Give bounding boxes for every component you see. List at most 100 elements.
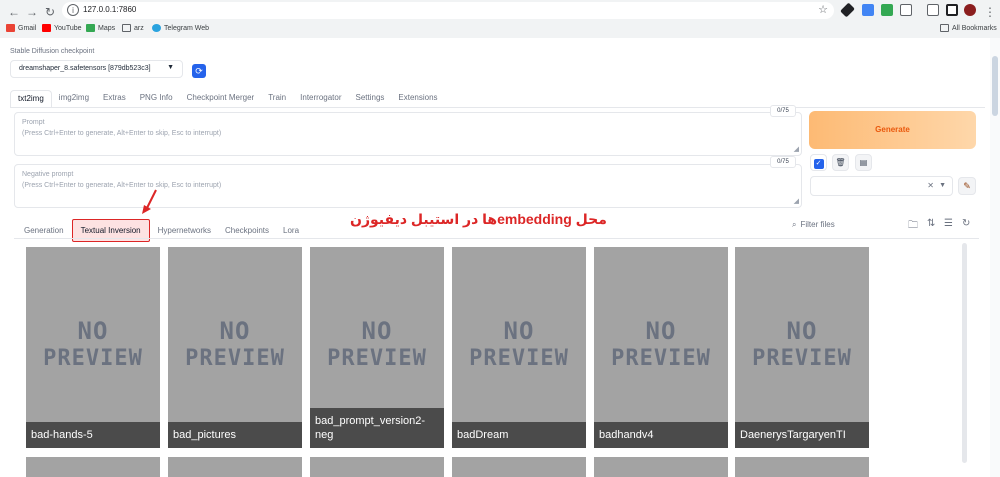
tab-png-info[interactable]: PNG Info bbox=[133, 90, 180, 108]
forward-icon[interactable]: → bbox=[24, 4, 40, 20]
page-scrollbar[interactable] bbox=[990, 38, 1000, 477]
webui-app: Stable Diffusion checkpoint dreamshaper_… bbox=[0, 38, 1000, 477]
extensions-puzzle-icon[interactable] bbox=[900, 4, 912, 16]
no-preview-image: NO PREVIEW bbox=[43, 317, 143, 371]
bookmark-star-icon[interactable]: ☆ bbox=[818, 3, 828, 16]
tab-txt2img[interactable]: txt2img bbox=[10, 90, 52, 108]
prompt-placeholder: (Press Ctrl+Enter to generate, Alt+Enter… bbox=[22, 130, 222, 137]
embedding-card[interactable]: NO PREVIEW badhandv4 bbox=[594, 247, 728, 448]
annotation-text: محل embeddingها در استیبل دیفیوژن bbox=[350, 211, 607, 227]
negative-prompt-label: Negative prompt bbox=[22, 171, 74, 178]
bookmark-telegram[interactable]: Telegram Web bbox=[152, 24, 209, 32]
embedding-cards-grid: NO PREVIEW bad-hands-5 NO PREVIEW bad_pict… bbox=[14, 241, 979, 477]
prompt-input[interactable]: Prompt (Press Ctrl+Enter to generate, Al… bbox=[14, 112, 802, 156]
telegram-icon bbox=[152, 24, 161, 32]
main-tabs: txt2img img2img Extras PNG Info Checkpoi… bbox=[10, 90, 445, 108]
chevron-down-icon: ▼ bbox=[939, 182, 946, 189]
tab-generation[interactable]: Generation bbox=[18, 222, 70, 239]
refresh-icon[interactable]: ↻ bbox=[962, 218, 970, 229]
checkpoint-dropdown[interactable]: dreamshaper_8.safetensors [879db523c3] ▼ bbox=[10, 60, 183, 78]
address-bar[interactable]: i 127.0.0.1:7860 ☆ bbox=[62, 2, 834, 19]
tab-checkpoint-merger[interactable]: Checkpoint Merger bbox=[180, 90, 262, 108]
clear-prompt-button[interactable]: 🗑 bbox=[832, 154, 849, 171]
cards-scrollbar[interactable] bbox=[962, 243, 967, 463]
checkpoint-label: Stable Diffusion checkpoint bbox=[10, 48, 95, 55]
no-preview-image: NO PREVIEW bbox=[327, 317, 427, 371]
checkpoint-value: dreamshaper_8.safetensors [879db523c3] bbox=[19, 65, 151, 72]
paste-params-button[interactable]: ▤ bbox=[855, 154, 872, 171]
bookmark-arz[interactable]: arz bbox=[122, 24, 144, 32]
reading-list-icon[interactable] bbox=[927, 4, 939, 16]
styles-dropdown[interactable]: ✕ ▼ bbox=[810, 176, 953, 196]
browser-toolbar: ← → ↻ i 127.0.0.1:7860 ☆ ⋮ Gmail YouTube… bbox=[0, 0, 1000, 38]
card-name: DaenerysTargaryenTI bbox=[735, 422, 869, 448]
folder-icon bbox=[940, 24, 949, 32]
prompt-token-count: 0/75 bbox=[770, 105, 796, 117]
reload-icon[interactable]: ↻ bbox=[42, 4, 58, 20]
tab-extensions[interactable]: Extensions bbox=[391, 90, 444, 108]
apply-style-button[interactable]: ✓ bbox=[810, 154, 827, 171]
embedding-card[interactable] bbox=[310, 457, 444, 477]
filter-files-input[interactable]: ⌕ Filter files bbox=[792, 220, 835, 230]
extension-pen-icon[interactable] bbox=[840, 2, 855, 18]
generate-button[interactable]: Generate bbox=[809, 111, 976, 149]
embedding-card[interactable] bbox=[26, 457, 160, 477]
tab-lora[interactable]: Lora bbox=[277, 222, 305, 239]
scrollbar-thumb[interactable] bbox=[992, 56, 998, 116]
embedding-card[interactable] bbox=[594, 457, 728, 477]
no-preview-image: NO PREVIEW bbox=[752, 317, 852, 371]
side-panel-icon[interactable] bbox=[946, 4, 958, 16]
filter-placeholder: Filter files bbox=[800, 220, 835, 229]
check-icon: ✓ bbox=[813, 159, 824, 169]
folder-search-icon[interactable]: 🗀 bbox=[908, 218, 918, 235]
refresh-icon: ⟳ bbox=[195, 66, 203, 76]
resize-handle-icon[interactable]: ◢ bbox=[794, 197, 799, 205]
maps-icon bbox=[86, 24, 95, 32]
prompt-label: Prompt bbox=[22, 119, 45, 126]
embedding-card[interactable]: NO PREVIEW DaenerysTargaryenTI bbox=[735, 247, 869, 448]
menu-kebab-icon[interactable]: ⋮ bbox=[982, 4, 998, 20]
folder-icon bbox=[122, 24, 131, 32]
bookmarks-bar: Gmail YouTube Maps arz Telegram Web All … bbox=[0, 21, 1000, 38]
chevron-down-icon: ▼ bbox=[167, 64, 174, 71]
no-preview-image: NO PREVIEW bbox=[185, 317, 285, 371]
bookmark-youtube[interactable]: YouTube bbox=[42, 24, 82, 32]
extra-tabs-divider bbox=[14, 238, 979, 239]
negative-prompt-input[interactable]: Negative prompt (Press Ctrl+Enter to gen… bbox=[14, 164, 802, 208]
tab-checkpoints[interactable]: Checkpoints bbox=[219, 222, 275, 239]
card-name: bad_pictures bbox=[168, 422, 302, 448]
bookmark-gmail[interactable]: Gmail bbox=[6, 24, 36, 32]
embedding-card[interactable]: NO PREVIEW badDream bbox=[452, 247, 586, 448]
embedding-card[interactable] bbox=[452, 457, 586, 477]
tab-extras[interactable]: Extras bbox=[96, 90, 133, 108]
tree-view-icon[interactable]: ☰ bbox=[944, 218, 953, 229]
edit-styles-button[interactable]: ✎ bbox=[958, 177, 976, 195]
sort-icon[interactable]: ⇅ bbox=[927, 218, 935, 229]
tab-interrogator[interactable]: Interrogator bbox=[293, 90, 348, 108]
youtube-icon bbox=[42, 24, 51, 32]
refresh-checkpoint-button[interactable]: ⟳ bbox=[192, 64, 206, 78]
pencil-icon: ✎ bbox=[963, 181, 971, 191]
tabs-divider bbox=[10, 107, 985, 108]
clear-icon[interactable]: ✕ bbox=[927, 181, 934, 190]
embedding-card[interactable]: NO PREVIEW bad-hands-5 bbox=[26, 247, 160, 448]
tab-settings[interactable]: Settings bbox=[349, 90, 392, 108]
site-info-icon[interactable]: i bbox=[67, 4, 79, 16]
back-icon[interactable]: ← bbox=[6, 4, 22, 20]
url-text: 127.0.0.1:7860 bbox=[83, 5, 137, 14]
embedding-card[interactable]: NO PREVIEW bad_pictures bbox=[168, 247, 302, 448]
card-name: badDream bbox=[452, 422, 586, 448]
all-bookmarks[interactable]: All Bookmarks bbox=[940, 24, 997, 32]
profile-avatar[interactable] bbox=[964, 4, 976, 16]
tab-train[interactable]: Train bbox=[261, 90, 293, 108]
embedding-card[interactable] bbox=[735, 457, 869, 477]
clipboard-icon: ▤ bbox=[859, 158, 868, 167]
tab-img2img[interactable]: img2img bbox=[52, 90, 96, 108]
extension-icon-2[interactable] bbox=[881, 4, 893, 16]
embedding-card[interactable]: NO PREVIEW bad_prompt_version2-neg bbox=[310, 247, 444, 448]
resize-handle-icon[interactable]: ◢ bbox=[794, 145, 799, 153]
embedding-card[interactable] bbox=[168, 457, 302, 477]
tab-hypernetworks[interactable]: Hypernetworks bbox=[152, 222, 217, 239]
extension-icon-1[interactable] bbox=[862, 4, 874, 16]
bookmark-maps[interactable]: Maps bbox=[86, 24, 115, 32]
